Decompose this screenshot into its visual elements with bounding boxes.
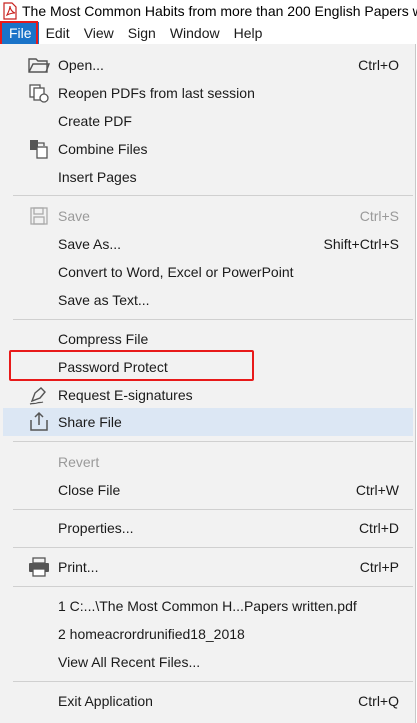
save-shortcut: Ctrl+S bbox=[359, 208, 399, 224]
view-all-recent-label: View All Recent Files... bbox=[58, 654, 201, 670]
menu-item-recent-2[interactable]: 2 homeacrordrunified18_2018 bbox=[3, 620, 413, 648]
exit-shortcut: Ctrl+Q bbox=[358, 693, 399, 709]
menu-item-combine[interactable]: Combine Files bbox=[3, 135, 413, 163]
save-as-label: Save As... bbox=[58, 236, 122, 252]
menu-item-insert-pages[interactable]: Insert Pages bbox=[3, 163, 413, 191]
save-as-shortcut: Shift+Ctrl+S bbox=[323, 236, 399, 252]
printer-icon bbox=[27, 555, 51, 579]
share-file-label: Share File bbox=[58, 414, 122, 430]
menu-item-print[interactable]: Print... Ctrl+P bbox=[3, 553, 413, 581]
menu-item-open[interactable]: Open... Ctrl+O bbox=[3, 51, 413, 79]
save-disk-icon bbox=[27, 204, 51, 228]
menu-item-save-as[interactable]: Save As... Shift+Ctrl+S bbox=[3, 230, 413, 258]
close-file-shortcut: Ctrl+W bbox=[355, 482, 399, 498]
menu-item-compress[interactable]: Compress File bbox=[3, 325, 413, 353]
separator bbox=[13, 195, 413, 196]
acrobat-pdf-icon bbox=[2, 2, 18, 20]
menu-help[interactable]: Help bbox=[227, 22, 270, 44]
menu-item-reopen[interactable]: Reopen PDFs from last session bbox=[3, 79, 413, 107]
revert-label: Revert bbox=[58, 454, 100, 470]
menu-item-save-as-text[interactable]: Save as Text... bbox=[3, 286, 413, 314]
menu-item-share-file[interactable]: Share File bbox=[3, 408, 413, 436]
recent-file-2-label: 2 homeacrordrunified18_2018 bbox=[58, 626, 245, 642]
create-pdf-label: Create PDF bbox=[58, 113, 132, 129]
title-bar: The Most Common Habits from more than 20… bbox=[0, 0, 417, 22]
compress-label: Compress File bbox=[58, 331, 149, 347]
file-dropdown-menu: Open... Ctrl+O Reopen PDFs from last ses… bbox=[0, 44, 416, 723]
open-label: Open... bbox=[58, 57, 104, 73]
separator bbox=[13, 586, 413, 587]
reopen-label: Reopen PDFs from last session bbox=[58, 85, 255, 101]
menu-item-exit[interactable]: Exit Application Ctrl+Q bbox=[3, 687, 413, 715]
menu-window[interactable]: Window bbox=[163, 22, 227, 44]
exit-label: Exit Application bbox=[58, 693, 153, 709]
menu-item-view-all-recent[interactable]: View All Recent Files... bbox=[3, 648, 413, 676]
print-label: Print... bbox=[58, 559, 99, 575]
save-label: Save bbox=[58, 208, 90, 224]
menu-view[interactable]: View bbox=[77, 22, 121, 44]
password-protect-label: Password Protect bbox=[58, 359, 168, 375]
menu-file[interactable]: File bbox=[2, 22, 39, 44]
combine-label: Combine Files bbox=[58, 141, 148, 157]
menu-item-create-pdf[interactable]: Create PDF bbox=[3, 107, 413, 135]
menu-item-properties[interactable]: Properties... Ctrl+D bbox=[3, 514, 413, 542]
share-upload-icon bbox=[27, 410, 51, 434]
separator bbox=[13, 509, 413, 510]
separator bbox=[13, 681, 413, 682]
properties-shortcut: Ctrl+D bbox=[358, 520, 399, 536]
esign-label: Request E-signatures bbox=[58, 387, 193, 403]
menu-item-recent-1[interactable]: 1 C:...\The Most Common H...Papers writt… bbox=[3, 592, 413, 620]
combine-files-icon bbox=[27, 137, 51, 161]
fountain-pen-icon bbox=[27, 383, 51, 407]
close-file-label: Close File bbox=[58, 482, 121, 498]
menu-bar: File Edit View Sign Window Help bbox=[0, 22, 417, 44]
menu-item-revert[interactable]: Revert bbox=[3, 448, 413, 476]
recent-file-1-label: 1 C:...\The Most Common H...Papers writt… bbox=[58, 598, 357, 614]
window-title: The Most Common Habits from more than 20… bbox=[22, 3, 417, 19]
folder-open-icon bbox=[27, 53, 51, 77]
menu-item-password-protect[interactable]: Password Protect bbox=[3, 353, 413, 381]
menu-item-request-esignatures[interactable]: Request E-signatures bbox=[3, 381, 413, 409]
menu-edit[interactable]: Edit bbox=[39, 22, 77, 44]
menu-item-convert[interactable]: Convert to Word, Excel or PowerPoint bbox=[3, 258, 413, 286]
separator bbox=[13, 441, 413, 442]
open-shortcut: Ctrl+O bbox=[358, 57, 399, 73]
menu-sign[interactable]: Sign bbox=[121, 22, 163, 44]
reopen-files-icon bbox=[27, 81, 51, 105]
separator bbox=[13, 547, 413, 548]
menu-item-save[interactable]: Save Ctrl+S bbox=[3, 202, 413, 230]
print-shortcut: Ctrl+P bbox=[359, 559, 399, 575]
menu-item-close-file[interactable]: Close File Ctrl+W bbox=[3, 476, 413, 504]
separator bbox=[13, 319, 413, 320]
insert-pages-label: Insert Pages bbox=[58, 169, 137, 185]
properties-label: Properties... bbox=[58, 520, 134, 536]
convert-label: Convert to Word, Excel or PowerPoint bbox=[58, 264, 294, 280]
save-as-text-label: Save as Text... bbox=[58, 292, 150, 308]
